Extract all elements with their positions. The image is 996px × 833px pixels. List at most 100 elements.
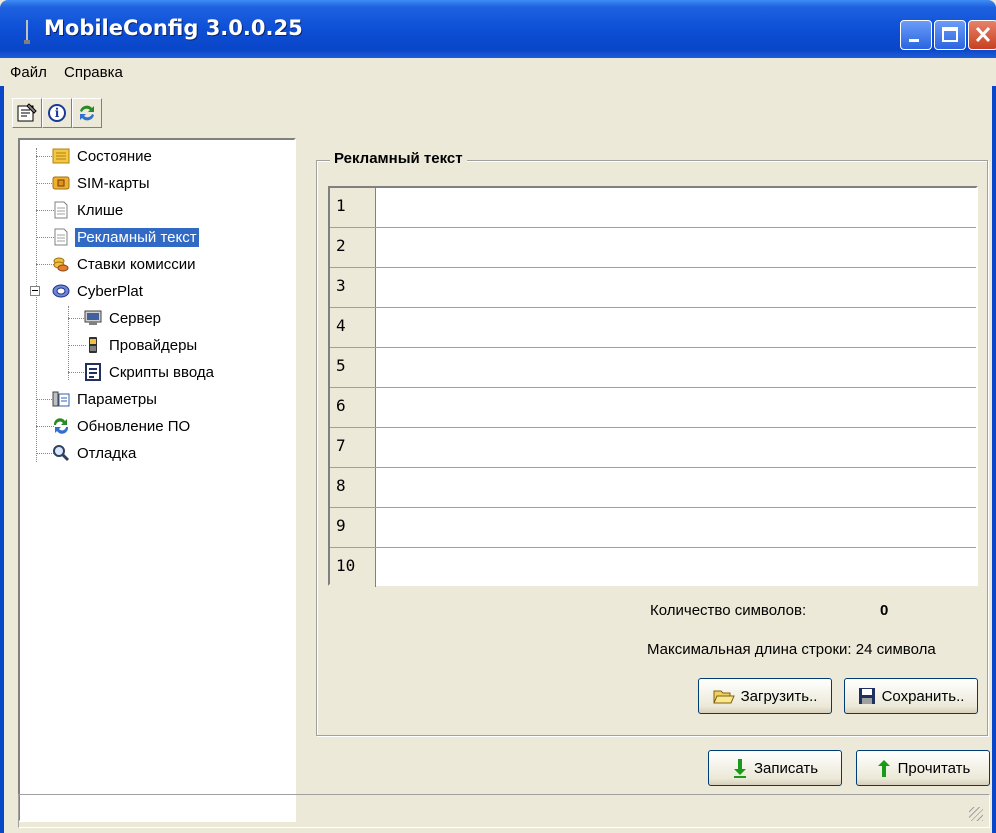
coins-icon xyxy=(53,257,69,272)
tree-item-label: CyberPlat xyxy=(77,282,143,300)
phone-icon xyxy=(89,337,97,353)
row-number: 5 xyxy=(330,348,376,387)
antenna-icon xyxy=(24,20,30,44)
row-number: 9 xyxy=(330,508,376,547)
open-folder-icon xyxy=(712,690,735,704)
resize-grip[interactable] xyxy=(969,807,983,821)
row-text-cell[interactable] xyxy=(376,268,976,307)
close-icon xyxy=(975,26,991,43)
tree-item-debug[interactable]: Отладка xyxy=(52,441,138,465)
table-row: 8 xyxy=(330,468,976,508)
document-icon xyxy=(54,201,68,219)
char-count-value: 0 xyxy=(880,602,889,619)
tree-item-providers[interactable]: Провайдеры xyxy=(84,333,199,357)
load-button-label: Загрузить.. xyxy=(740,687,818,705)
tree-item-server[interactable]: Сервер xyxy=(84,306,163,330)
update-button[interactable] xyxy=(72,98,102,128)
max-length-text: Максимальная длина строки: 24 символа xyxy=(647,641,936,658)
status-icon xyxy=(52,148,70,164)
tree-item-input-scripts[interactable]: Скрипты ввода xyxy=(84,360,216,384)
maximize-button[interactable] xyxy=(934,20,966,50)
document-icon xyxy=(54,228,68,246)
row-text-cell[interactable] xyxy=(376,468,976,507)
properties-icon xyxy=(17,103,37,122)
row-text-cell[interactable] xyxy=(376,348,976,387)
tree-item-label: Ставки комиссии xyxy=(77,255,196,273)
table-row: 9 xyxy=(330,508,976,548)
window-title: MobileConfig 3.0.0.25 xyxy=(44,16,303,40)
table-row: 5 xyxy=(330,348,976,388)
tree-item-label: SIM-карты xyxy=(77,174,150,192)
row-number: 7 xyxy=(330,428,376,467)
row-number: 8 xyxy=(330,468,376,507)
maximize-icon xyxy=(942,27,958,42)
window-frame-left xyxy=(0,58,4,833)
menu-bar: Файл Справка xyxy=(0,58,996,86)
server-icon xyxy=(84,310,102,325)
magnifier-icon xyxy=(53,445,70,462)
globe-icon xyxy=(52,284,70,298)
minus-icon xyxy=(32,290,38,291)
tree-item-label: Рекламный текст xyxy=(75,227,199,247)
read-button-label: Прочитать xyxy=(897,759,971,777)
row-number: 4 xyxy=(330,308,376,347)
row-text-cell[interactable] xyxy=(376,308,976,347)
write-button-label: Записать xyxy=(753,759,819,777)
row-number: 10 xyxy=(330,548,376,587)
close-button[interactable] xyxy=(968,20,996,50)
properties-button[interactable] xyxy=(12,98,42,128)
tree-item-parameters[interactable]: Параметры xyxy=(52,387,159,411)
menu-help[interactable]: Справка xyxy=(64,64,123,81)
group-title: Рекламный текст xyxy=(330,150,467,167)
minimize-button[interactable] xyxy=(900,20,932,50)
window-frame-right xyxy=(992,58,996,833)
tree-item-status[interactable]: Состояние xyxy=(52,144,154,168)
tree-item-ad-text[interactable]: Рекламный текст xyxy=(52,225,199,249)
info-button[interactable]: i xyxy=(42,98,72,128)
row-text-cell[interactable] xyxy=(376,228,976,267)
table-row: 7 xyxy=(330,428,976,468)
menu-file[interactable]: Файл xyxy=(10,64,47,81)
table-row: 6 xyxy=(330,388,976,428)
tree-item-sim-cards[interactable]: SIM-карты xyxy=(52,171,152,195)
update-icon xyxy=(53,418,69,434)
row-text-cell[interactable] xyxy=(376,508,976,547)
row-text-cell[interactable] xyxy=(376,548,976,587)
write-button[interactable]: Записать xyxy=(708,750,842,786)
tree-item-label: Сервер xyxy=(109,309,162,327)
load-button[interactable]: Загрузить.. xyxy=(698,678,832,714)
table-row: 3 xyxy=(330,268,976,308)
table-row: 2 xyxy=(330,228,976,268)
table-row: 1 xyxy=(330,188,976,228)
row-number: 1 xyxy=(330,188,376,227)
save-button-label: Сохранить.. xyxy=(881,687,965,705)
tree-item-commission-rates[interactable]: Ставки комиссии xyxy=(52,252,197,276)
row-text-cell[interactable] xyxy=(376,388,976,427)
tree-item-cliche[interactable]: Клише xyxy=(52,198,125,222)
floppy-disk-icon xyxy=(858,688,875,704)
collapse-toggle[interactable] xyxy=(30,286,40,296)
tree-item-label: Клише xyxy=(77,201,124,219)
tree-connector xyxy=(36,148,37,462)
tree-item-label: Состояние xyxy=(77,147,152,165)
parameters-icon xyxy=(52,391,70,407)
read-button[interactable]: Прочитать xyxy=(856,750,990,786)
ad-text-grid: 1 2 3 4 5 6 7 8 9 10 xyxy=(328,186,978,587)
row-number: 2 xyxy=(330,228,376,267)
script-icon xyxy=(85,363,101,381)
tree-item-label: Параметры xyxy=(77,390,157,408)
info-icon: i xyxy=(48,104,66,122)
status-bar xyxy=(18,794,990,828)
tree-item-cyberplat[interactable]: CyberPlat xyxy=(52,279,145,303)
row-number: 3 xyxy=(330,268,376,307)
tree-item-label: Скрипты ввода xyxy=(109,363,214,381)
save-button[interactable]: Сохранить.. xyxy=(844,678,978,714)
minimize-icon xyxy=(909,39,919,42)
update-icon xyxy=(80,105,94,121)
navigation-tree: Состояние SIM-карты Клише Рекламный текс… xyxy=(18,138,296,822)
arrow-up-icon xyxy=(877,760,890,777)
row-text-cell[interactable] xyxy=(376,188,976,227)
tree-item-software-update[interactable]: Обновление ПО xyxy=(52,414,192,438)
row-text-cell[interactable] xyxy=(376,428,976,467)
tree-item-label: Обновление ПО xyxy=(77,417,191,435)
